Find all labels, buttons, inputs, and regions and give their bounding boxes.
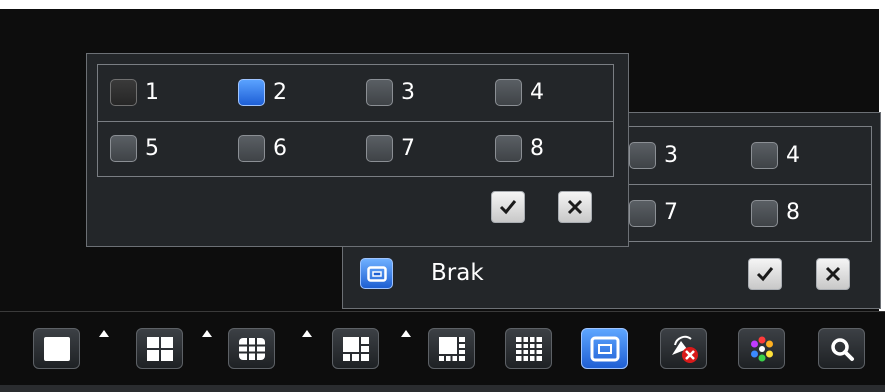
layout-16-icon xyxy=(515,336,542,361)
checkbox-icon[interactable] xyxy=(110,79,137,107)
channel-label: 8 xyxy=(786,200,800,225)
channel-grid: 1 2 3 4 5 6 7 8 xyxy=(97,64,614,177)
channel-6-option[interactable]: 6 xyxy=(238,122,287,177)
channel-label: 7 xyxy=(664,200,678,225)
chevron-up-icon[interactable] xyxy=(302,330,312,337)
checkbox-checked-icon[interactable] xyxy=(238,79,265,107)
layout-8-icon xyxy=(438,336,465,361)
layout-9-icon xyxy=(238,337,265,360)
channel-5-option[interactable]: 5 xyxy=(110,122,159,177)
checkbox-icon[interactable] xyxy=(495,135,522,163)
ptz-button[interactable] xyxy=(660,328,707,369)
confirm-button[interactable] xyxy=(491,191,525,223)
ptz-icon xyxy=(671,335,698,363)
channel-label: 2 xyxy=(273,79,287,105)
channel-1-option[interactable]: 1 xyxy=(110,65,159,121)
channel-label: 5 xyxy=(145,135,159,161)
layout-1-icon xyxy=(43,336,70,361)
checkbox-icon[interactable] xyxy=(366,79,393,107)
channel-7-option[interactable]: 7 xyxy=(629,185,678,241)
channel-label: 4 xyxy=(530,79,544,105)
layout-4-icon xyxy=(146,336,173,361)
sequence-mode-label: Brak xyxy=(431,260,484,286)
cancel-button[interactable] xyxy=(558,191,592,223)
checkbox-icon[interactable] xyxy=(751,142,778,169)
channel-label: 3 xyxy=(401,79,415,105)
cancel-button[interactable] xyxy=(816,258,850,290)
chevron-up-icon[interactable] xyxy=(99,330,109,337)
checkbox-icon[interactable] xyxy=(495,79,522,107)
close-icon xyxy=(825,266,841,282)
chevron-up-icon[interactable] xyxy=(401,330,411,337)
channel-label: 8 xyxy=(530,135,544,161)
checkbox-icon[interactable] xyxy=(629,199,656,227)
search-icon xyxy=(830,337,854,361)
channel-2-option[interactable]: 2 xyxy=(238,65,287,121)
channel-4-option[interactable]: 4 xyxy=(751,127,800,184)
channel-row: 7 8 xyxy=(629,184,871,241)
check-icon xyxy=(499,200,517,215)
layout-6-icon xyxy=(342,336,369,361)
checkbox-icon[interactable] xyxy=(238,135,265,163)
channel-label: 4 xyxy=(786,142,800,168)
checkbox-icon[interactable] xyxy=(110,135,137,163)
channel-label: 3 xyxy=(664,142,678,168)
layout-1-button[interactable] xyxy=(33,328,80,369)
color-button[interactable] xyxy=(738,328,785,369)
layout-6-button[interactable] xyxy=(332,328,379,369)
layout-4-button[interactable] xyxy=(136,328,183,369)
channel-label: 7 xyxy=(401,135,415,161)
channel-3-option[interactable]: 3 xyxy=(629,127,678,184)
channel-3-option[interactable]: 3 xyxy=(366,65,415,121)
checkbox-icon[interactable] xyxy=(629,142,656,169)
layout-16-button[interactable] xyxy=(505,328,552,369)
layout-8-button[interactable] xyxy=(428,328,475,369)
confirm-button[interactable] xyxy=(748,258,782,290)
channel-7-option[interactable]: 7 xyxy=(366,122,415,177)
channel-grid: 3 4 7 8 xyxy=(628,126,872,242)
check-icon xyxy=(756,267,774,282)
channel-8-option[interactable]: 8 xyxy=(751,185,800,241)
chevron-up-icon[interactable] xyxy=(202,330,212,337)
channel-row: 1 2 3 4 xyxy=(98,65,613,121)
channel-row: 5 6 7 8 xyxy=(98,120,613,177)
sequence-mode-icon[interactable] xyxy=(360,258,393,289)
sequence-icon xyxy=(590,336,619,361)
layout-9-button[interactable] xyxy=(228,328,275,369)
close-icon xyxy=(567,199,583,215)
channel-row: 3 4 xyxy=(629,127,871,184)
checkbox-icon[interactable] xyxy=(751,199,778,227)
channel-8-option[interactable]: 8 xyxy=(495,122,544,177)
color-icon xyxy=(750,336,773,361)
sequence-button[interactable] xyxy=(581,328,628,369)
search-button[interactable] xyxy=(818,328,865,369)
top-border xyxy=(0,0,885,9)
channel-select-dialog: 1 2 3 4 5 6 7 8 xyxy=(86,53,629,247)
channel-label: 6 xyxy=(273,135,287,161)
channel-4-option[interactable]: 4 xyxy=(495,65,544,121)
checkbox-icon[interactable] xyxy=(366,135,393,163)
channel-label: 1 xyxy=(145,79,159,105)
taskbar xyxy=(0,311,885,392)
